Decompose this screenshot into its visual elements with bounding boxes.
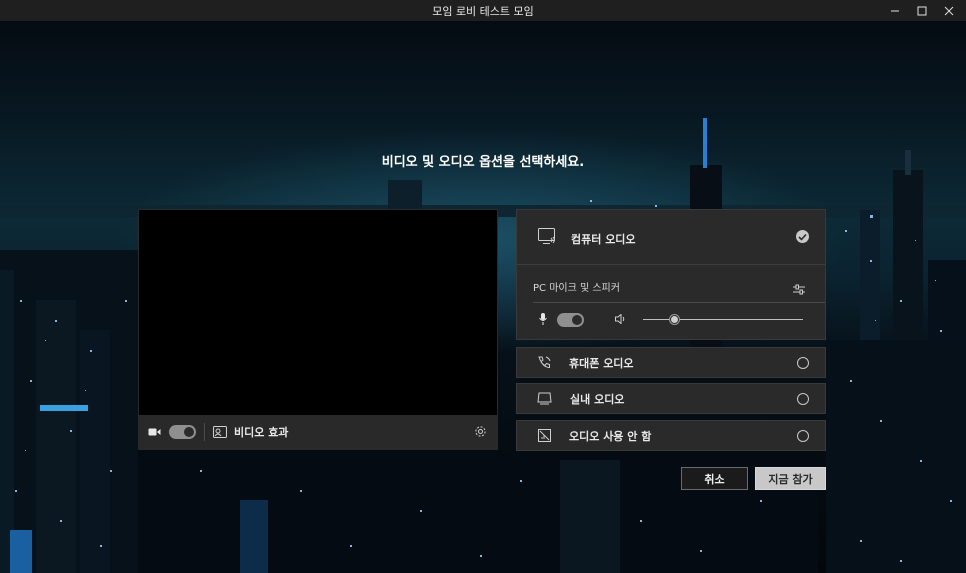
audio-option-label: 휴대폰 오디오 (569, 356, 634, 370)
panel-divider (517, 264, 825, 265)
video-effects-label: 비디오 효과 (234, 426, 289, 439)
device-settings-icon (793, 284, 805, 295)
window-controls (881, 0, 962, 21)
microphone-toggle[interactable] (557, 313, 584, 327)
audio-option-phone[interactable]: 휴대폰 오디오 (516, 347, 826, 378)
maximize-button[interactable] (908, 0, 935, 21)
microphone-icon (539, 313, 547, 325)
speaker-volume-slider[interactable] (643, 315, 803, 324)
computer-audio-panel[interactable]: 컴퓨터 오디오 PC 마이크 및 스피커 (516, 209, 826, 340)
video-settings-button[interactable] (474, 425, 487, 441)
video-preview-panel: 비디오 효과 (138, 209, 498, 450)
audio-option-label: 실내 오디오 (570, 392, 625, 406)
device-settings-button[interactable] (793, 280, 805, 299)
audio-option-label: 오디오 사용 안 함 (569, 429, 652, 443)
audio-option-radio[interactable] (797, 392, 809, 405)
audio-device-label: PC 마이크 및 스피커 (533, 283, 620, 294)
minimize-button[interactable] (881, 0, 908, 21)
page-headline: 비디오 및 오디오 옵션을 선택하세요. (381, 155, 585, 170)
computer-audio-label: 컴퓨터 오디오 (571, 233, 636, 246)
room-audio-icon (537, 392, 552, 405)
phone-audio-icon (538, 356, 551, 368)
maximize-icon (917, 6, 926, 15)
window-titlebar: 모임 로비 테스트 모임 (0, 0, 966, 21)
computer-audio-icon (538, 228, 555, 244)
close-icon (944, 6, 953, 15)
audio-option-radio[interactable] (797, 429, 809, 442)
no-audio-icon (538, 429, 551, 442)
audio-option-none[interactable]: 오디오 사용 안 함 (516, 420, 826, 451)
window-title: 모임 로비 테스트 모임 (432, 4, 534, 18)
check-icon (798, 233, 807, 241)
audio-option-room[interactable]: 실내 오디오 (516, 383, 826, 414)
speaker-icon (615, 314, 625, 324)
cancel-button[interactable]: 취소 (681, 467, 748, 490)
computer-audio-selected-check (796, 230, 809, 243)
minimize-icon (890, 10, 899, 11)
join-now-button[interactable]: 지금 참가 (755, 467, 826, 490)
toolbar-divider (204, 423, 205, 441)
settings-icon (475, 426, 486, 437)
volume-slider-thumb[interactable] (670, 315, 679, 324)
computer-audio-icon-wrap (538, 228, 558, 251)
camera-icon (148, 428, 161, 436)
camera-toggle[interactable] (169, 425, 196, 439)
video-toolbar: 비디오 효과 (139, 415, 497, 449)
close-button[interactable] (935, 0, 962, 21)
video-effects-icon (213, 426, 227, 438)
audio-option-radio[interactable] (797, 356, 809, 369)
device-divider (533, 302, 825, 303)
video-effects-button[interactable]: 비디오 효과 (213, 424, 288, 440)
